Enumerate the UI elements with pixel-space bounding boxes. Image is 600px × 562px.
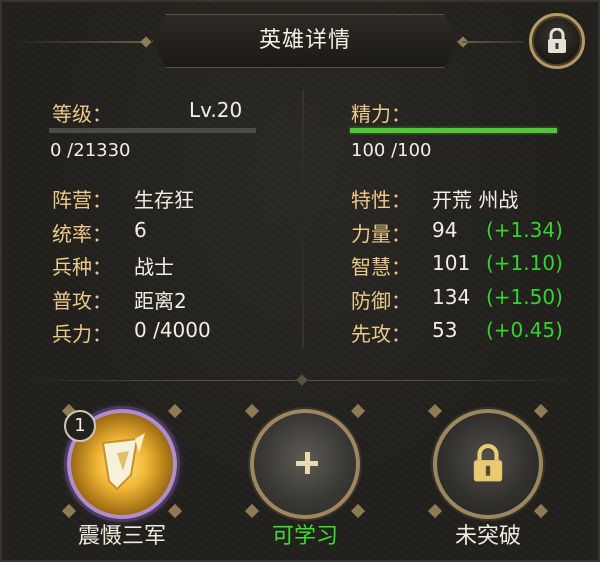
frame-spike: [533, 403, 549, 419]
energy-bar: [350, 128, 557, 133]
column-divider: [302, 90, 304, 348]
attack-label: 普攻：: [52, 289, 112, 313]
header-line-left: [16, 41, 148, 43]
skill-name-locked: 未突破: [454, 524, 521, 549]
wisdom-growth: (+1.10): [486, 251, 563, 275]
defense-label: 防御：: [351, 289, 411, 313]
command-label: 统率：: [52, 222, 112, 246]
skill-level-badge: 1: [64, 410, 96, 442]
initiative-label: 先攻：: [351, 322, 411, 346]
hero-detail-panel: 英雄详情 等级： Lv.20 0 /21330 阵营： 生存狂 统率： 6 兵种…: [0, 0, 600, 562]
strength-value: 94: [432, 218, 458, 242]
skill-name-learnable: 可学习: [271, 524, 338, 549]
trait-value[interactable]: 开荒 州战: [432, 184, 518, 213]
exp-bar: [49, 128, 256, 133]
frame-spike: [244, 503, 260, 519]
troops-label: 兵力：: [52, 322, 112, 346]
strength-growth: (+1.34): [486, 218, 563, 242]
header-ornament-left: [140, 36, 152, 48]
divider-ornament: [296, 374, 308, 386]
faction-label: 阵营：: [52, 188, 112, 212]
energy-label: 精力：: [351, 102, 411, 126]
level-value: Lv.20: [189, 98, 243, 122]
wisdom-label: 智慧：: [351, 255, 411, 279]
energy-text: 100 /100: [351, 140, 432, 161]
lock-icon: [548, 28, 566, 53]
frame-spike: [350, 503, 366, 519]
command-value: 6: [134, 218, 147, 242]
frame-spike: [244, 403, 260, 419]
skill-name-1: 震慑三军: [77, 524, 166, 549]
exp-text: 0 /21330: [50, 140, 131, 161]
frame-spike: [427, 403, 443, 419]
troops-value: 0 /4000: [134, 318, 211, 342]
lock-icon: [473, 443, 503, 482]
faction-value: 生存狂: [134, 188, 194, 212]
header-line-right: [462, 41, 524, 43]
plus-icon: [293, 449, 321, 477]
skill-slot-locked[interactable]: [433, 409, 543, 519]
page-title: 英雄详情: [258, 28, 351, 53]
frame-spike: [350, 403, 366, 419]
initiative-growth: (+0.45): [486, 318, 563, 342]
initiative-value: 53: [432, 318, 458, 342]
frame-spike: [533, 503, 549, 519]
troop-type-value: 战士: [134, 255, 174, 279]
strength-label: 力量：: [351, 222, 411, 246]
wisdom-value: 101: [432, 251, 471, 275]
defense-value: 134: [432, 285, 471, 309]
lock-button[interactable]: [529, 13, 585, 69]
defense-growth: (+1.50): [486, 285, 563, 309]
frame-spike: [427, 503, 443, 519]
troop-type-label: 兵种：: [52, 255, 112, 279]
level-label: 等级：: [52, 102, 112, 126]
trait-label: 特性：: [351, 188, 411, 212]
attack-value: 距离2: [134, 289, 187, 313]
